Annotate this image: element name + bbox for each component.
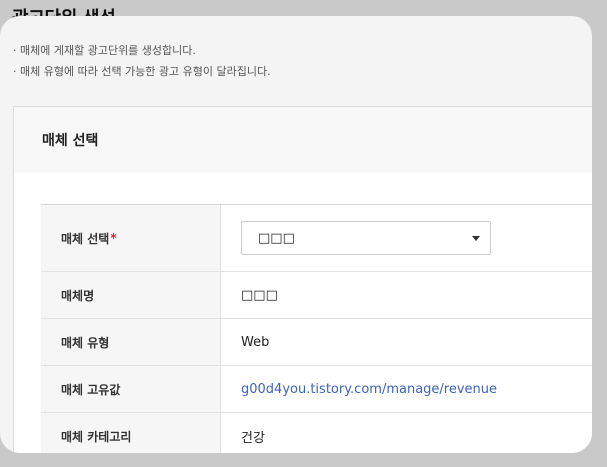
row-label: 매체 유형 — [41, 319, 221, 365]
chevron-down-icon — [472, 235, 480, 241]
panel-header: 매체 선택 — [14, 107, 592, 173]
table-row-media-type: 매체 유형 Web — [41, 319, 592, 366]
media-unique-value-link[interactable]: g00d4you.tistory.com/manage/revenue — [221, 366, 592, 412]
dropdown-selected-value: □□□ — [258, 230, 295, 246]
table-row-media-select: 매체 선택 * □□□ — [41, 205, 592, 272]
row-value: □□□ — [241, 287, 278, 303]
table-row-media-category: 매체 카테고리 건강 — [41, 413, 592, 453]
page-description: · 매체에 게재할 광고단위를 생성합니다. · 매체 유형에 따라 선택 가능… — [13, 40, 271, 82]
required-mark: * — [110, 231, 117, 245]
row-label: 매체 카테고리 — [41, 413, 221, 453]
description-line: · 매체에 게재할 광고단위를 생성합니다. — [13, 44, 196, 57]
row-label-text: 매체 선택 — [61, 231, 110, 246]
description-line: · 매체 유형에 따라 선택 가능한 광고 유형이 달라집니다. — [13, 65, 271, 78]
table-row-media-name: 매체명 □□□ — [41, 272, 592, 319]
content-card: · 매체에 게재할 광고단위를 생성합니다. · 매체 유형에 따라 선택 가능… — [0, 16, 592, 453]
table-row-media-unique-value: 매체 고유값 g00d4you.tistory.com/manage/reven… — [41, 366, 592, 413]
media-select-dropdown[interactable]: □□□ — [241, 221, 491, 255]
panel-title: 매체 선택 — [42, 133, 99, 149]
row-label: 매체 고유값 — [41, 366, 221, 412]
media-info-table: 매체 선택 * □□□ 매체명 □□□ 매체 유형 Web 매체 고유값 g00… — [41, 204, 592, 453]
row-label: 매체명 — [41, 272, 221, 318]
row-value: □□□ — [221, 205, 592, 271]
row-value: 건강 — [241, 430, 265, 446]
media-selection-panel: 매체 선택 매체 선택 * □□□ 매체명 □□□ 매체 유형 Web 매체 고… — [13, 106, 592, 453]
row-label: 매체 선택 * — [41, 205, 221, 271]
row-value: Web — [241, 334, 270, 350]
